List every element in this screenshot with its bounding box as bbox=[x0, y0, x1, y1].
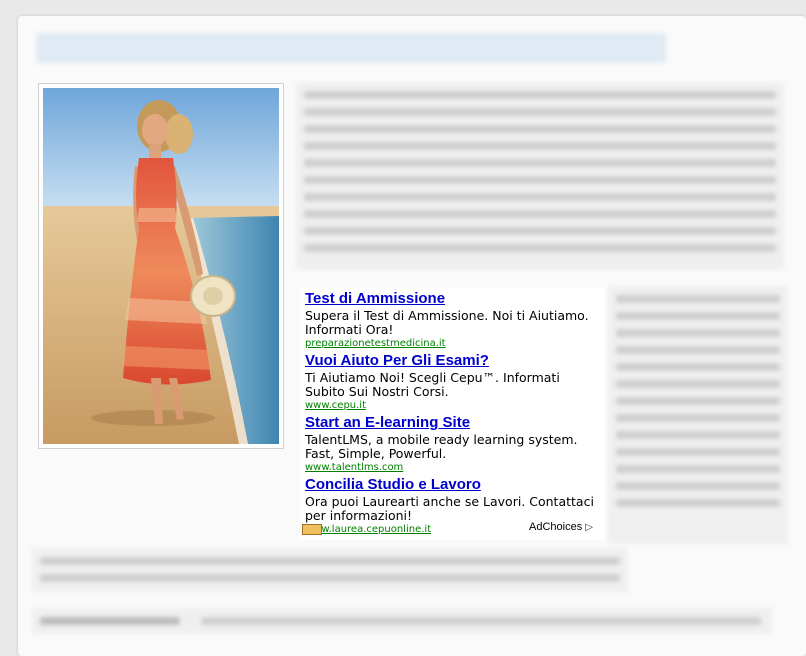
ad-item[interactable]: Test di Ammissione Supera il Test di Amm… bbox=[305, 290, 601, 350]
article-continuation-blurred bbox=[32, 548, 628, 592]
ad-title-link[interactable]: Concilia Studio e Lavoro bbox=[305, 476, 601, 494]
ad-title-link[interactable]: Test di Ammissione bbox=[305, 290, 601, 308]
article-photo bbox=[43, 88, 279, 444]
ad-description: TalentLMS, a mobile ready learning syste… bbox=[305, 432, 578, 461]
article-photo-frame bbox=[38, 83, 284, 449]
ad-description: Ora puoi Laurearti anche se Lavori. Cont… bbox=[305, 494, 594, 523]
adchoices-link[interactable]: AdChoices ▷ bbox=[529, 521, 593, 533]
ad-description: Supera il Test di Ammissione. Noi ti Aiu… bbox=[305, 308, 589, 337]
article-title-blurred bbox=[36, 33, 666, 63]
ad-title-link[interactable]: Start an E-learning Site bbox=[305, 414, 601, 432]
adchoices-label: AdChoices bbox=[529, 521, 583, 533]
ad-url-link[interactable]: www.cepu.it bbox=[305, 400, 601, 412]
ad-url-link[interactable]: www.talentlms.com bbox=[305, 462, 601, 474]
ad-item[interactable]: Vuoi Aiuto Per Gli Esami? Ti Aiutiamo No… bbox=[305, 352, 601, 412]
ad-url-link[interactable]: preparazionetestmedicina.it bbox=[305, 338, 601, 350]
article-side-paragraph-blurred bbox=[608, 286, 788, 544]
adchoices-triangle-icon: ▷ bbox=[585, 521, 593, 533]
ad-title-link[interactable]: Vuoi Aiuto Per Gli Esami? bbox=[305, 352, 601, 370]
ad-badge-icon[interactable] bbox=[302, 524, 322, 535]
ad-description: Ti Aiutiamo Noi! Scegli Cepu™. Informati… bbox=[305, 370, 560, 399]
ad-item[interactable]: Start an E-learning Site TalentLMS, a mo… bbox=[305, 414, 601, 474]
ad-block: Test di Ammissione Supera il Test di Amm… bbox=[300, 288, 605, 540]
article-paragraph-blurred bbox=[296, 82, 784, 270]
article-next-section-blurred bbox=[32, 608, 772, 634]
